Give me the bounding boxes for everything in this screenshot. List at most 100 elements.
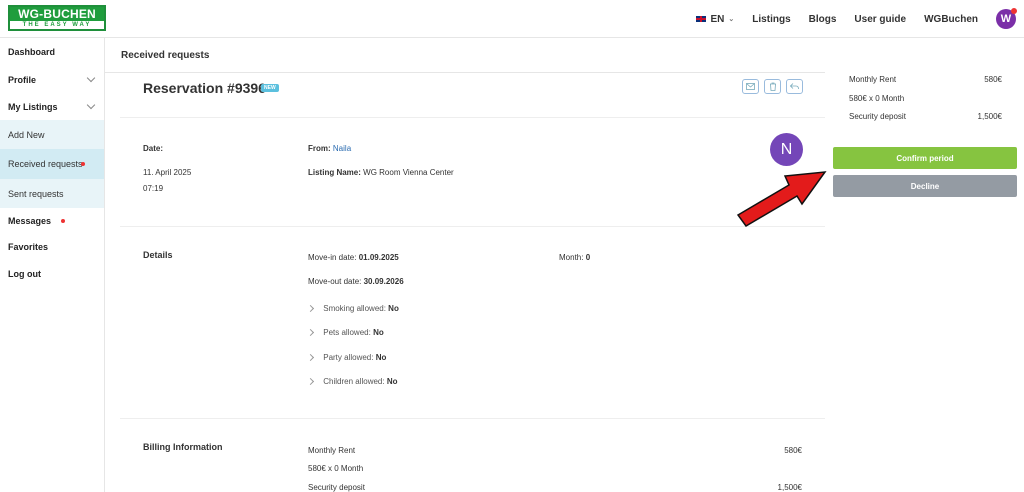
- user-avatar[interactable]: W: [996, 8, 1017, 29]
- sidebar-item-label: Sent requests: [8, 188, 64, 199]
- sidebar-item-my-listings[interactable]: My Listings: [0, 93, 104, 120]
- divider: [120, 226, 825, 227]
- sidebar-item-label: Messages: [8, 215, 52, 226]
- billing-deposit-value: 1,500€: [777, 483, 802, 492]
- sidebar-item-label: Log out: [8, 268, 41, 279]
- notification-dot: [61, 218, 66, 223]
- listing-name: WG Room Vienna Center: [363, 168, 454, 177]
- main-nav: EN ⌄ Listings Blogs User guide WGBuchen …: [694, 0, 1017, 38]
- avatar-letter: W: [1000, 13, 1012, 25]
- pets-value: No: [373, 328, 384, 337]
- listing-row: Listing Name: WG Room Vienna Center: [308, 168, 454, 177]
- date-label: Date:: [143, 144, 164, 153]
- moveout-row: Move-out date: 30.09.2026: [308, 277, 404, 286]
- sidebar-item-dashboard[interactable]: Dashboard: [0, 38, 104, 66]
- chevron-right-icon: [306, 377, 315, 386]
- details-title: Details: [143, 250, 173, 260]
- movein-row: Move-in date: 01.09.2025: [308, 253, 399, 262]
- children-row[interactable]: Children allowed: No: [306, 377, 398, 386]
- avatar-letter: N: [780, 140, 793, 158]
- billing-rent-value: 580€: [784, 446, 802, 455]
- summary-calc: 580€ x 0 Month: [849, 94, 905, 103]
- pets-row[interactable]: Pets allowed: No: [306, 328, 384, 337]
- billing-calc: 580€ x 0 Month: [308, 464, 364, 473]
- reply-icon: [790, 83, 799, 90]
- uk-flag-icon: [694, 15, 707, 23]
- reply-button[interactable]: [786, 79, 803, 94]
- annotation-arrow-icon: [736, 171, 827, 227]
- chevron-down-icon: ⌄: [728, 16, 735, 23]
- summary-deposit-label: Security deposit: [849, 112, 906, 121]
- language-label: EN: [710, 13, 725, 25]
- smoking-row[interactable]: Smoking allowed: No: [306, 304, 399, 313]
- sidebar-item-label: Profile: [8, 74, 37, 85]
- message-button[interactable]: [742, 79, 759, 94]
- chevron-right-icon: [306, 328, 315, 337]
- envelope-icon: [746, 83, 755, 90]
- sender-name-link[interactable]: Naila: [333, 144, 351, 153]
- sidebar-item-favorites[interactable]: Favorites: [0, 233, 104, 260]
- request-time: 07:19: [143, 184, 164, 193]
- sender-avatar[interactable]: N: [770, 133, 803, 166]
- smoking-label: Smoking allowed:: [323, 304, 386, 313]
- reservation-panel: Reservation #9396 NEW Date: 11. April 20…: [120, 73, 825, 492]
- sidebar-item-received-requests[interactable]: Received requests: [0, 149, 104, 179]
- sidebar-item-logout[interactable]: Log out: [0, 260, 104, 287]
- party-label: Party allowed:: [323, 353, 374, 362]
- pets-label: Pets allowed:: [323, 328, 371, 337]
- logo-title: WG-BUCHEN: [10, 7, 104, 21]
- divider: [120, 418, 825, 419]
- sidebar-item-label: Favorites: [8, 241, 49, 252]
- sidebar-item-label: Received requests: [8, 159, 83, 169]
- chevron-right-icon: [306, 304, 315, 313]
- chevron-right-icon: [306, 353, 315, 362]
- sidebar-item-add-new[interactable]: Add New: [0, 120, 104, 149]
- billing-title: Billing Information: [143, 442, 223, 452]
- nav-user-guide[interactable]: User guide: [854, 14, 906, 25]
- confirm-period-button[interactable]: Confirm period: [833, 147, 1017, 169]
- sidebar-item-messages[interactable]: Messages: [0, 208, 104, 233]
- delete-button[interactable]: [764, 79, 781, 94]
- new-badge: NEW: [261, 84, 279, 92]
- children-value: No: [386, 377, 398, 386]
- chevron-down-icon: [86, 73, 96, 83]
- chevron-down-icon: [86, 100, 96, 110]
- from-row: From: Naila: [308, 144, 351, 153]
- notification-dot: [1011, 8, 1017, 14]
- sidebar-item-label: Dashboard: [8, 47, 56, 57]
- sidebar: Dashboard Profile My Listings Add New Re…: [0, 38, 105, 492]
- nav-account[interactable]: WGBuchen: [924, 14, 978, 25]
- month-value: 0: [585, 253, 591, 262]
- nav-blogs[interactable]: Blogs: [809, 14, 837, 25]
- request-date: 11. April 2025: [143, 168, 192, 177]
- logo-tagline: THE EASY WAY: [10, 21, 104, 29]
- movein-value: 01.09.2025: [358, 253, 399, 262]
- sidebar-item-label: My Listings: [8, 101, 58, 112]
- page-title: Received requests: [121, 50, 210, 61]
- summary-rent-label: Monthly Rent: [849, 75, 897, 84]
- summary-rent-value: 580€: [984, 75, 1002, 84]
- language-selector[interactable]: EN ⌄: [694, 13, 735, 25]
- billing-rent-label: Monthly Rent: [308, 446, 356, 455]
- party-value: No: [375, 353, 387, 362]
- listing-label: Listing Name:: [308, 168, 361, 177]
- moveout-label: Move-out date:: [308, 277, 362, 286]
- sidebar-item-profile[interactable]: Profile: [0, 66, 104, 93]
- nav-listings[interactable]: Listings: [752, 14, 790, 25]
- divider: [120, 117, 825, 118]
- sidebar-item-sent-requests[interactable]: Sent requests: [0, 179, 104, 208]
- summary-deposit-value: 1,500€: [977, 112, 1002, 121]
- smoking-value: No: [388, 304, 399, 313]
- top-navbar: WG-BUCHEN THE EASY WAY EN ⌄ Listings Blo…: [0, 0, 1024, 38]
- reservation-title: Reservation #9396: [143, 80, 266, 96]
- month-row: Month: 0: [559, 253, 590, 262]
- billing-deposit-label: Security deposit: [308, 483, 365, 492]
- from-label: From:: [308, 144, 331, 153]
- notification-dot: [80, 162, 85, 166]
- party-row[interactable]: Party allowed: No: [306, 353, 387, 362]
- trash-icon: [769, 82, 776, 91]
- brand-logo[interactable]: WG-BUCHEN THE EASY WAY: [8, 5, 106, 31]
- decline-button[interactable]: Decline: [833, 175, 1017, 197]
- moveout-value: 30.09.2026: [363, 277, 404, 286]
- children-label: Children allowed:: [323, 377, 385, 386]
